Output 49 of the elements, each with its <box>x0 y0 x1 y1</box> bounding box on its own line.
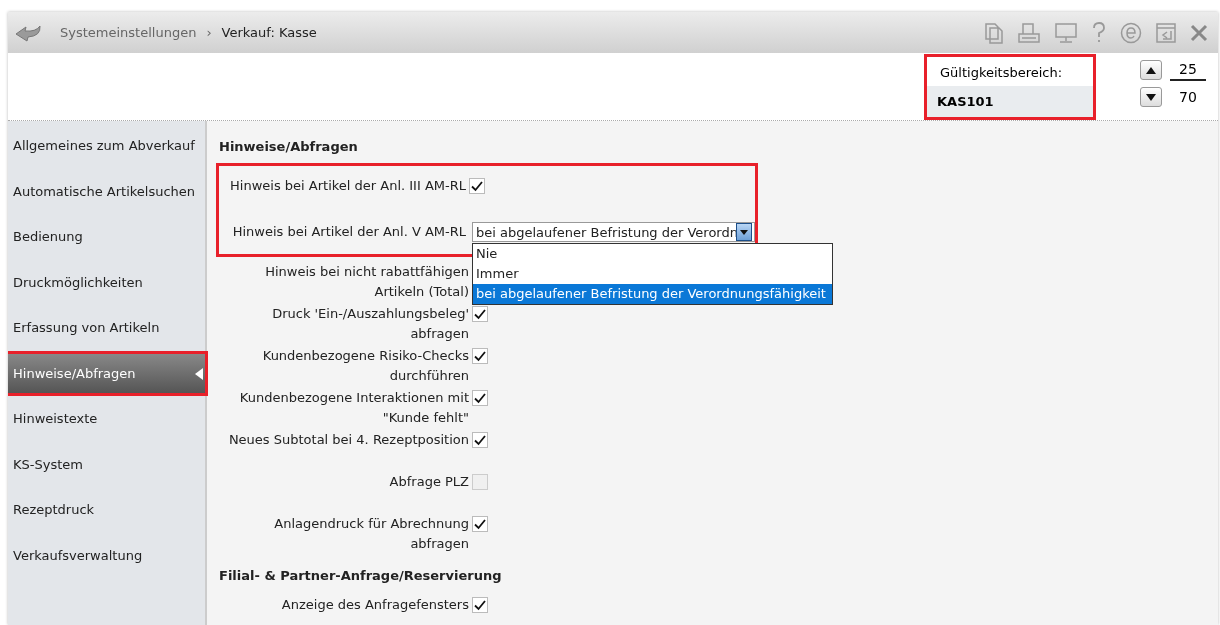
setting-label: Neues Subtotal bei 4. Rezeptposition <box>227 431 470 449</box>
scope-label: Gültigkeitsbereich: <box>940 65 1063 80</box>
setting-label: Hinweis bei Artikel der Anl. III AM-RL <box>229 177 467 195</box>
sidebar-item[interactable]: Verkaufsverwaltung <box>8 532 205 578</box>
sidebar-item[interactable]: Hinweise/Abfragen <box>8 353 205 393</box>
setting-label: Kundenbezogene Risiko-Checks durchführen <box>261 347 470 385</box>
up-triangle-icon <box>1146 66 1156 74</box>
sidebar-item[interactable]: Automatische Artikelsuchen <box>8 168 205 214</box>
checkbox[interactable] <box>472 474 488 490</box>
sidebar-item[interactable]: Hinweistexte <box>8 396 205 442</box>
breadcrumb-item[interactable]: Systemeinstellungen <box>60 25 197 40</box>
dropdown[interactable]: bei abgelaufener Befristung der Verordn <box>472 222 755 242</box>
dropdown-option[interactable]: bei abgelaufener Befristung der Verordnungsfähigkeit <box>473 284 832 304</box>
checkbox[interactable] <box>472 516 488 532</box>
setting-label: Hinweis bei Artikel der Anl. V AM-RL <box>231 223 467 241</box>
checkbox[interactable] <box>469 178 485 194</box>
sidebar-item[interactable]: Erfassung von Artikeln <box>8 305 205 351</box>
setting-label: Anzeige des Anfragefensters <box>280 596 470 614</box>
section-title: Hinweise/Abfragen <box>219 139 359 154</box>
checkbox[interactable] <box>472 597 488 613</box>
sidebar-item[interactable]: Bedienung <box>8 214 205 260</box>
dropdown-option[interactable]: Immer <box>473 264 832 284</box>
pointer-icon <box>195 367 203 380</box>
setting-label: Druck 'Ein-/Auszahlungsbeleg' abfragen <box>271 305 470 343</box>
breadcrumb-separator: › <box>206 25 212 40</box>
sidebar-item[interactable]: Rezeptdruck <box>8 487 205 533</box>
breadcrumb-item: Verkauf: Kasse <box>221 25 317 40</box>
checkbox[interactable] <box>472 306 488 322</box>
sidebar-item[interactable]: Druckmöglichkeiten <box>8 259 205 305</box>
checkbox[interactable] <box>472 390 488 406</box>
setting-label: Abfrage PLZ <box>388 473 470 491</box>
caret-icon <box>740 229 748 235</box>
setting-label: Hinweis bei nicht rabattfähigen Artikeln (Total) <box>264 263 470 301</box>
scroll-down-button[interactable] <box>1140 87 1162 107</box>
sidebar-item[interactable]: Allgemeines zum Abverkauf <box>8 123 205 169</box>
page-number: 25 <box>1170 59 1206 81</box>
setting-label: Kundenbezogene Interaktionen mit "Kunde fehlt" <box>238 389 470 427</box>
dropdown-option[interactable]: Nie <box>473 244 832 264</box>
down-triangle-icon <box>1146 93 1156 101</box>
checkbox[interactable] <box>472 348 488 364</box>
scroll-up-button[interactable] <box>1140 60 1162 80</box>
sidebar-item[interactable]: KS-System <box>8 441 205 487</box>
setting-label: Anlagendruck für Abrechnung abfragen <box>273 515 470 553</box>
back-arrow-icon[interactable] <box>14 23 44 42</box>
close-icon[interactable] <box>1190 23 1208 42</box>
page-number: 70 <box>1178 88 1198 107</box>
checkbox[interactable] <box>472 432 488 448</box>
scope-value: KAS101 <box>937 94 994 109</box>
section-title: Filial- & Partner-Anfrage/Reservierung <box>219 568 503 583</box>
